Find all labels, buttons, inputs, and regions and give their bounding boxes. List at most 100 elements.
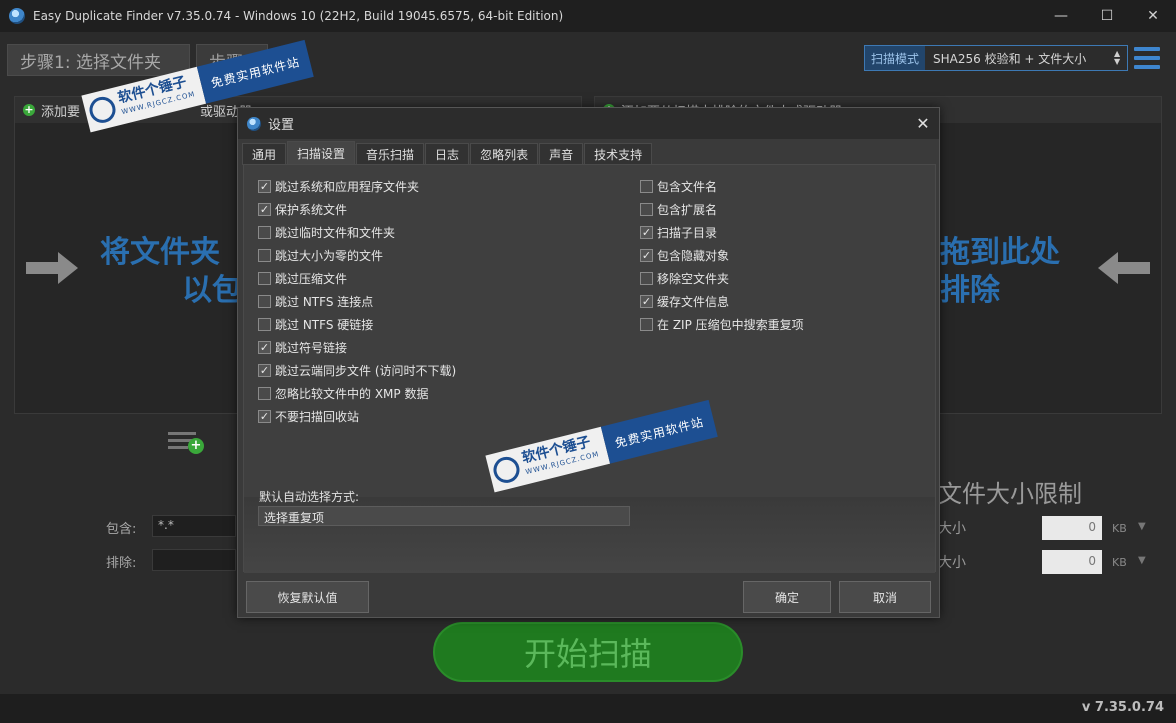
left_options-option-9[interactable]: 忽略比较文件中的 XMP 数据 <box>258 384 428 402</box>
menu-icon[interactable] <box>1134 47 1160 69</box>
close-button[interactable]: ✕ <box>1130 0 1176 32</box>
left_options-option-label: 忽略比较文件中的 XMP 数据 <box>275 386 429 401</box>
auto-select-dropdown[interactable]: 选择重复项 <box>258 506 630 526</box>
add-list-icon[interactable]: + <box>168 430 204 454</box>
left_options-option-label: 跳过系统和应用程序文件夹 <box>275 179 420 194</box>
right_options-option-0[interactable]: 包含文件名 <box>640 177 717 195</box>
checkbox-unchecked-icon[interactable] <box>258 271 271 285</box>
restore-defaults-button[interactable]: 恢复默认值 <box>246 581 369 613</box>
right_options-option-6[interactable]: 在 ZIP 压缩包中搜索重复项 <box>640 315 804 333</box>
checkbox-unchecked-icon[interactable] <box>258 248 271 262</box>
right_options-option-label: 包含隐藏对象 <box>657 248 730 263</box>
settings-dialog: 设置 ✕ 通用 扫描设置 音乐扫描 日志 忽略列表 声音 技术支持 默认自动选择方式: 选择… <box>237 107 940 618</box>
settings-tab-6[interactable]: 技术支持 <box>584 143 653 165</box>
window-title: Easy Duplicate Finder v7.35.0.74 - Windo… <box>33 9 564 23</box>
right_options-option-label: 扫描子目录 <box>657 225 718 240</box>
scan-mode-value[interactable]: SHA256 校验和 + 文件大小 <box>925 46 1108 70</box>
add-icon[interactable]: + <box>23 104 35 116</box>
checkbox-unchecked-icon[interactable] <box>640 271 653 285</box>
max-size-input[interactable]: 0 <box>1042 550 1102 574</box>
left_options-option-label: 不要扫描回收站 <box>275 409 360 424</box>
min-size-label: 大小 <box>938 521 966 537</box>
right_options-option-label: 缓存文件信息 <box>657 294 730 309</box>
scan-mode-spinner-icon[interactable]: ▲ ▼ <box>1107 46 1128 70</box>
checkbox-checked-icon[interactable]: ✓ <box>258 363 271 377</box>
step1-tab[interactable]: 步骤1: 选择文件夹 <box>7 44 190 76</box>
settings-tab-2[interactable]: 音乐扫描 <box>356 143 425 165</box>
left_options-option-3[interactable]: 跳过大小为零的文件 <box>258 246 383 264</box>
auto-select-label: 默认自动选择方式: <box>259 490 360 504</box>
left_options-option-0[interactable]: ✓ 跳过系统和应用程序文件夹 <box>258 177 419 195</box>
scan-settings-pane: 默认自动选择方式: 选择重复项 ✓ 跳过系统和应用程序文件夹 ✓ 保护系统文件跳过临时… <box>243 164 936 573</box>
dialog-app-icon <box>247 116 261 131</box>
left_options-option-label: 跳过大小为零的文件 <box>275 248 384 263</box>
checkbox-checked-icon[interactable]: ✓ <box>258 202 271 216</box>
checkbox-unchecked-icon[interactable] <box>258 317 271 331</box>
checkbox-unchecked-icon[interactable] <box>258 294 271 308</box>
max-size-label: 大小 <box>938 555 966 571</box>
checkbox-checked-icon[interactable]: ✓ <box>258 179 271 193</box>
scan-mode-selector[interactable]: 扫描模式 SHA256 校验和 + 文件大小 ▲ ▼ <box>864 45 1129 71</box>
left_options-option-2[interactable]: 跳过临时文件和文件夹 <box>258 223 395 241</box>
left_options-option-label: 保护系统文件 <box>275 202 348 217</box>
right_options-option-1[interactable]: 包含扩展名 <box>640 200 717 218</box>
checkbox-checked-icon[interactable]: ✓ <box>258 409 271 423</box>
checkbox-unchecked-icon[interactable] <box>258 225 271 239</box>
exclude-drop-text-1: 拖到此处 <box>940 235 1060 270</box>
checkbox-checked-icon[interactable]: ✓ <box>258 340 271 354</box>
minimize-button[interactable]: — <box>1038 0 1084 32</box>
exclude-filter-label: 排除: <box>106 556 137 571</box>
dialog-title: 设置 <box>268 118 295 133</box>
settings-tabs: 通用 扫描设置 音乐扫描 日志 忽略列表 声音 技术支持 <box>242 141 653 165</box>
right_options-option-5[interactable]: ✓ 缓存文件信息 <box>640 292 729 310</box>
settings-tab-3[interactable]: 日志 <box>425 143 470 165</box>
size-limit-title: 文件大小限制 <box>938 480 1082 508</box>
right_options-option-4[interactable]: 移除空文件夹 <box>640 269 729 287</box>
settings-tab-0[interactable]: 通用 <box>242 143 287 165</box>
left_options-option-8[interactable]: ✓ 跳过云端同步文件 (访问时不下载) <box>258 361 456 379</box>
ok-button[interactable]: 确定 <box>743 581 831 613</box>
left_options-option-5[interactable]: 跳过 NTFS 连接点 <box>258 292 373 310</box>
scan-mode-label: 扫描模式 <box>865 46 926 70</box>
left_options-option-7[interactable]: ✓ 跳过符号链接 <box>258 338 347 356</box>
left_options-option-1[interactable]: ✓ 保护系统文件 <box>258 200 347 218</box>
dialog-close-button[interactable]: ✕ <box>907 108 939 139</box>
checkbox-checked-icon[interactable]: ✓ <box>640 294 653 308</box>
left_options-option-6[interactable]: 跳过 NTFS 硬链接 <box>258 315 373 333</box>
cancel-button[interactable]: 取消 <box>839 581 931 613</box>
right_options-option-2[interactable]: ✓ 扫描子目录 <box>640 223 717 241</box>
include-drop-text-1: 将文件夹 <box>100 235 220 270</box>
settings-tab-1[interactable]: 扫描设置 <box>287 141 356 165</box>
max-size-unit: KB <box>1112 556 1127 569</box>
right_options-option-label: 在 ZIP 压缩包中搜索重复项 <box>657 317 804 332</box>
arrow-right-icon <box>26 252 78 284</box>
checkbox-unchecked-icon[interactable] <box>640 202 653 216</box>
max-size-dropdown-icon[interactable]: ▼ <box>1138 555 1146 566</box>
include-filter-input[interactable]: *.* <box>152 515 236 537</box>
start-scan-button[interactable]: 开始扫描 <box>433 622 743 682</box>
include-filter-label: 包含: <box>106 522 137 537</box>
checkbox-checked-icon[interactable]: ✓ <box>640 225 653 239</box>
include-panel-title: 添加要 <box>41 104 81 120</box>
exclude-filter-input[interactable] <box>152 549 236 571</box>
checkbox-unchecked-icon[interactable] <box>640 317 653 331</box>
right_options-option-label: 移除空文件夹 <box>657 271 730 286</box>
min-size-input[interactable]: 0 <box>1042 516 1102 540</box>
checkbox-checked-icon[interactable]: ✓ <box>640 248 653 262</box>
left_options-option-label: 跳过云端同步文件 (访问时不下载) <box>275 363 457 378</box>
settings-tab-4[interactable]: 忽略列表 <box>470 143 539 165</box>
left_options-option-label: 跳过 NTFS 连接点 <box>275 294 374 309</box>
left_options-option-10[interactable]: ✓ 不要扫描回收站 <box>258 407 359 425</box>
window-controls: — ☐ ✕ <box>1038 0 1176 32</box>
maximize-button[interactable]: ☐ <box>1084 0 1130 32</box>
right_options-option-3[interactable]: ✓ 包含隐藏对象 <box>640 246 729 264</box>
watermark-logo-icon-2 <box>490 454 523 486</box>
arrow-left-icon <box>1098 252 1150 284</box>
min-size-dropdown-icon[interactable]: ▼ <box>1138 521 1146 532</box>
settings-tab-5[interactable]: 声音 <box>539 143 584 165</box>
checkbox-unchecked-icon[interactable] <box>640 179 653 193</box>
left_options-option-4[interactable]: 跳过压缩文件 <box>258 269 347 287</box>
watermark-logo-icon <box>86 94 119 126</box>
checkbox-unchecked-icon[interactable] <box>258 386 271 400</box>
min-size-unit: KB <box>1112 522 1127 535</box>
